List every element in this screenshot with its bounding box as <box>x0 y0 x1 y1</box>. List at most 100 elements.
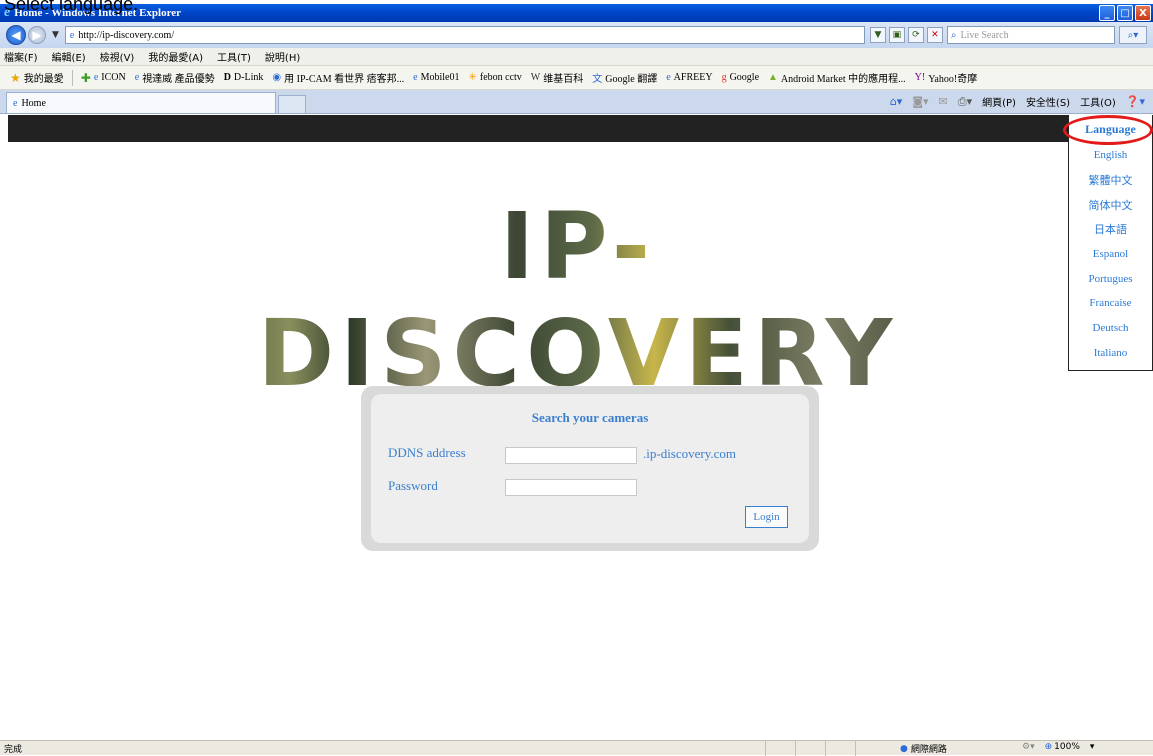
fav-link[interactable]: D D-Link <box>224 72 264 83</box>
language-portuguese[interactable]: Portugues <box>1069 266 1152 291</box>
search-icon: ⌕ <box>950 29 957 41</box>
favorites-label[interactable]: 我的最愛 <box>24 70 64 85</box>
menu-bar: 檔案(F) 編輯(E) 檢視(V) 我的最愛(A) 工具(T) 說明(H) <box>0 48 1153 66</box>
search-input[interactable]: ⌕ Live Search <box>946 26 1115 44</box>
address-dropdown-icon[interactable]: ▼ <box>869 27 886 43</box>
sun-icon: ✳ <box>468 72 477 83</box>
language-japanese[interactable]: 日本語 <box>1069 217 1152 242</box>
refresh-icon[interactable]: ⟳ <box>907 27 924 43</box>
compatibility-icon[interactable]: ▣ <box>888 27 905 43</box>
status-cells <box>765 741 885 756</box>
page-icon: e <box>13 97 18 109</box>
language-spanish[interactable]: Espanol <box>1069 242 1152 267</box>
add-favorite-icon[interactable]: ✚ <box>81 71 91 85</box>
tab-home[interactable]: e Home <box>6 92 276 113</box>
print-icon[interactable]: ⎙▾ <box>958 95 972 109</box>
language-french[interactable]: Francaise <box>1069 291 1152 316</box>
favorites-star-icon[interactable]: ★ <box>10 71 21 85</box>
page-menu[interactable]: 網頁(P) <box>982 94 1016 109</box>
fav-link[interactable]: 文 Google 翻譯 <box>592 70 657 85</box>
help-icon[interactable]: ❓▾ <box>1126 95 1145 108</box>
maximize-button[interactable]: □ <box>1117 5 1133 21</box>
address-url: http://ip-discovery.com/ <box>78 29 175 41</box>
site-logo: IP-DISCOVERY <box>198 193 958 407</box>
login-form: Search your cameras DDNS address .ip-dis… <box>371 394 809 543</box>
forward-button[interactable]: ▶ <box>28 26 46 44</box>
fav-link[interactable]: ◉ 用 IP-CAM 看世界 痞客邦... <box>272 70 404 85</box>
password-label: Password <box>388 478 438 493</box>
back-button[interactable]: ◀ <box>6 25 26 45</box>
new-tab-button[interactable] <box>278 95 306 113</box>
password-input[interactable] <box>505 479 637 496</box>
page-icon: e <box>69 29 75 41</box>
zoom-dropdown-icon[interactable]: ▾ <box>1090 742 1095 752</box>
home-icon[interactable]: ⌂▾ <box>890 95 903 108</box>
protected-mode-icon[interactable]: ⚙▾ <box>1022 742 1035 752</box>
menu-tools[interactable]: 工具(T) <box>217 49 251 64</box>
stop-icon[interactable]: ✕ <box>926 27 943 43</box>
feeds-icon[interactable]: ◙▾ <box>912 95 928 108</box>
wikipedia-icon: W <box>530 72 541 83</box>
search-button[interactable]: ⌕▾ <box>1118 26 1147 44</box>
android-icon: ▲ <box>768 72 778 83</box>
fav-link[interactable]: e Mobile01 <box>413 72 459 83</box>
status-bar: 完成 ● 網際網路 ⚙▾ ⊕ 100% ▾ <box>0 740 1153 756</box>
zoom-control[interactable]: ⚙▾ ⊕ 100% ▾ <box>1022 742 1094 752</box>
status-text: 完成 <box>4 744 23 755</box>
menu-favorites[interactable]: 我的最愛(A) <box>148 49 203 64</box>
mail-icon[interactable]: ✉ <box>939 95 948 108</box>
fav-link[interactable]: e AFREEY <box>666 72 712 83</box>
fav-link[interactable]: g Google <box>722 72 759 83</box>
globe-icon: ● <box>900 743 908 754</box>
ddns-label: DDNS address <box>388 445 466 460</box>
language-header[interactable]: Language <box>1063 115 1153 145</box>
window-controls: _ □ X <box>1099 5 1151 21</box>
fav-link[interactable]: e 視達威 產品優勢 <box>135 70 215 85</box>
language-menu: Language English 繁體中文 简体中文 日本語 Espanol P… <box>1063 115 1153 371</box>
language-simplified-chinese[interactable]: 简体中文 <box>1069 192 1152 217</box>
safety-menu[interactable]: 安全性(S) <box>1026 94 1070 109</box>
zone-label: 網際網路 <box>910 745 947 755</box>
zoom-level: 100% <box>1054 742 1080 752</box>
tab-label: Home <box>21 97 46 109</box>
page-icon: e <box>93 72 99 83</box>
page-icon: ◉ <box>272 72 282 83</box>
fav-link[interactable]: ▲ Android Market 中的應用程... <box>768 70 906 85</box>
menu-file[interactable]: 檔案(F) <box>4 49 38 64</box>
page-icon: e <box>666 72 671 83</box>
login-title: Search your cameras <box>531 410 649 425</box>
minimize-button[interactable]: _ <box>1099 5 1115 21</box>
tools-menu[interactable]: 工具(O) <box>1080 94 1116 109</box>
menu-help[interactable]: 說明(H) <box>265 49 300 64</box>
fav-link[interactable]: ✳ febon cctv <box>468 72 521 83</box>
address-input[interactable]: e http://ip-discovery.com/ <box>64 26 865 44</box>
yahoo-icon: Y! <box>914 72 926 83</box>
security-zone[interactable]: ● 網際網路 <box>900 742 947 756</box>
command-bar: ⌂▾ ◙▾ ✉ ⎙▾ 網頁(P) 安全性(S) 工具(O) ❓▾ <box>890 94 1145 110</box>
ddns-suffix: .ip-discovery.com <box>643 446 737 461</box>
ddns-input[interactable] <box>505 447 637 464</box>
page-icon: e <box>413 72 418 83</box>
fav-link[interactable]: e ICON <box>94 72 126 83</box>
window-titlebar: e Home - Windows Internet Explorer _ □ X <box>0 4 1153 22</box>
login-button[interactable]: Login <box>745 506 788 528</box>
menu-edit[interactable]: 編輯(E) <box>52 49 86 64</box>
language-german[interactable]: Deutsch <box>1069 316 1152 341</box>
history-dropdown-icon[interactable]: ▼ <box>52 30 59 40</box>
page-content: IP-DISCOVERY Language English 繁體中文 简体中文 … <box>8 115 1153 740</box>
screenshot-caption: Select language. <box>4 0 139 14</box>
fav-link[interactable]: Y! Yahoo!奇摩 <box>915 70 978 85</box>
dlink-icon: D <box>223 72 231 83</box>
google-icon: g <box>721 72 727 83</box>
zoom-icon: ⊕ <box>1044 742 1053 752</box>
close-button[interactable]: X <box>1135 5 1151 21</box>
translate-icon: 文 <box>592 74 603 85</box>
language-italian[interactable]: Italiano <box>1069 341 1152 366</box>
menu-view[interactable]: 檢視(V) <box>100 49 135 64</box>
login-panel: Search your cameras DDNS address .ip-dis… <box>361 386 819 551</box>
favorites-bar: ★ 我的最愛 ✚ e ICON e 視達威 產品優勢 D D-Link ◉ 用 IP-C… <box>0 66 1153 90</box>
site-top-strip <box>8 115 1153 142</box>
fav-link[interactable]: W 维基百科 <box>531 70 583 85</box>
language-english[interactable]: English <box>1069 143 1152 168</box>
language-traditional-chinese[interactable]: 繁體中文 <box>1069 168 1152 193</box>
